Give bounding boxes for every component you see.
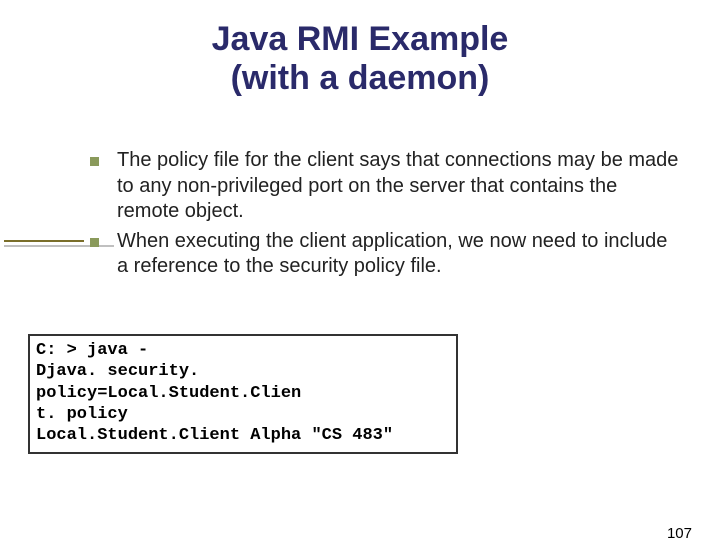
rule-olive bbox=[4, 240, 84, 242]
bullet-item: When executing the client application, w… bbox=[90, 229, 684, 280]
square-bullet-icon bbox=[90, 157, 99, 166]
bullet-text: When executing the client application, w… bbox=[117, 229, 684, 280]
bullet-item: The policy file for the client says that… bbox=[90, 148, 684, 225]
bullet-text: The policy file for the client says that… bbox=[117, 148, 684, 225]
slide-title: Java RMI Example (with a daemon) bbox=[0, 20, 720, 98]
code-block: C: > java - Djava. security. policy=Loca… bbox=[28, 334, 458, 454]
content-area: The policy file for the client says that… bbox=[90, 148, 684, 284]
square-bullet-icon bbox=[90, 238, 99, 247]
title-line-2: (with a daemon) bbox=[231, 59, 490, 97]
slide: Java RMI Example (with a daemon) The pol… bbox=[0, 20, 720, 560]
title-line-1: Java RMI Example bbox=[212, 20, 509, 58]
page-number: 107 bbox=[667, 525, 692, 542]
